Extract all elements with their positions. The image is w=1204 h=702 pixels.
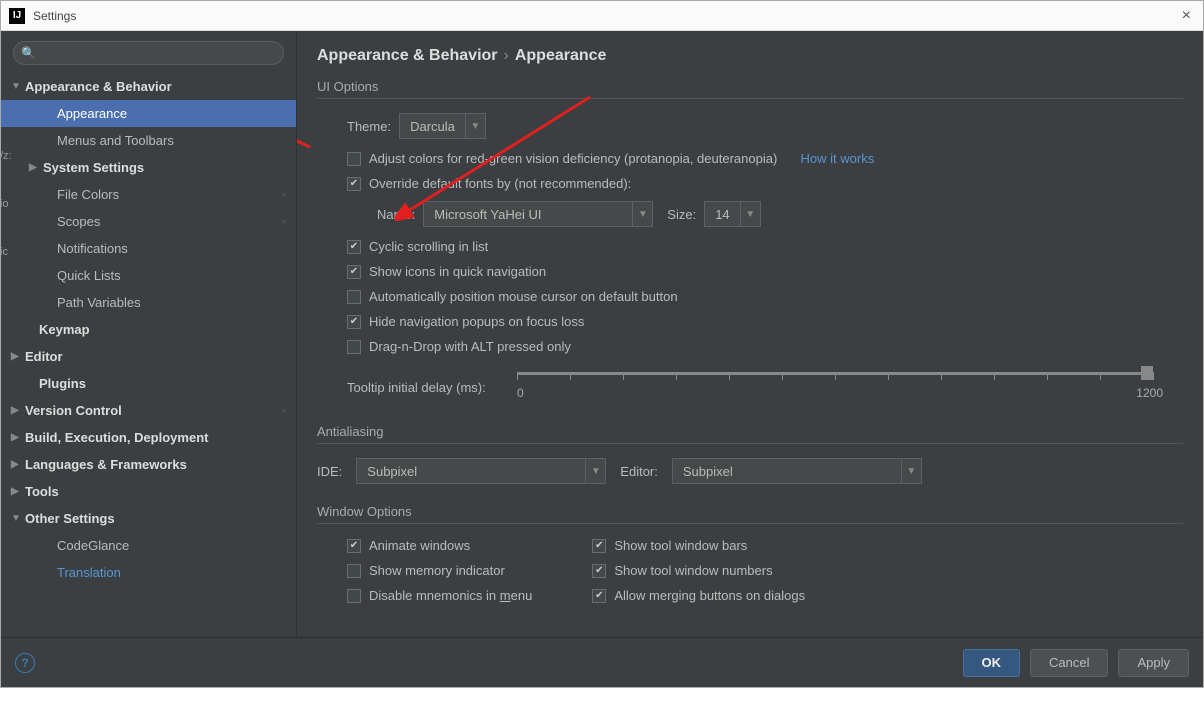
content: 🔍 ▼Appearance & Behavior Appearance Menu…	[1, 31, 1203, 637]
ide-aa-label: IDE:	[317, 464, 342, 479]
window-options-title: Window Options	[317, 504, 1183, 524]
search-input[interactable]	[13, 41, 284, 65]
antialiasing-row: IDE: Subpixel▼ Editor: Subpixel▼	[317, 458, 1183, 484]
breadcrumb: Appearance & Behavior › Appearance	[317, 47, 1183, 65]
dnd-alt-check[interactable]: Drag-n-Drop with ALT pressed only	[347, 339, 1183, 354]
checkbox-icon	[592, 564, 606, 578]
checkbox-icon	[347, 240, 361, 254]
checkbox-icon	[347, 177, 361, 191]
font-size-select[interactable]: 14 ▼	[704, 201, 760, 227]
editor-aa-label: Editor:	[620, 464, 658, 479]
mnemonics-check[interactable]: Disable mnemonics in menu	[347, 588, 532, 603]
checkbox-icon	[347, 265, 361, 279]
chevron-right-icon: ›	[504, 47, 509, 65]
animate-check[interactable]: Animate windows	[347, 538, 532, 553]
tree-file-colors[interactable]: File Colors▫	[1, 181, 296, 208]
tree-build[interactable]: ▶Build, Execution, Deployment	[1, 424, 296, 451]
footer: ? OK Cancel Apply	[1, 637, 1203, 687]
apply-button[interactable]: Apply	[1118, 649, 1189, 677]
breadcrumb-current: Appearance	[515, 47, 607, 65]
search-icon: 🔍	[21, 46, 36, 60]
chevron-down-icon: ▼	[465, 114, 485, 138]
tree-other-settings[interactable]: ▼Other Settings	[1, 505, 296, 532]
tree-appearance[interactable]: Appearance	[1, 100, 296, 127]
tree-quick-lists[interactable]: Quick Lists	[1, 262, 296, 289]
main-panel: Appearance & Behavior › Appearance UI Op…	[297, 31, 1203, 637]
auto-position-check[interactable]: Automatically position mouse cursor on d…	[347, 289, 1183, 304]
cancel-button[interactable]: Cancel	[1030, 649, 1108, 677]
show-icons-check[interactable]: Show icons in quick navigation	[347, 264, 1183, 279]
tooltip-delay-label: Tooltip initial delay (ms):	[347, 364, 517, 395]
override-fonts-check[interactable]: Override default fonts by (not recommend…	[347, 176, 1183, 191]
project-badge-icon: ▫	[282, 216, 286, 228]
settings-tree: ▼Appearance & Behavior Appearance Menus …	[1, 73, 296, 637]
ok-button[interactable]: OK	[963, 649, 1021, 677]
memory-check[interactable]: Show memory indicator	[347, 563, 532, 578]
adjust-colors-check[interactable]: Adjust colors for red-green vision defic…	[347, 151, 1183, 166]
bars-check[interactable]: Show tool window bars	[592, 538, 805, 553]
editor-aa-select[interactable]: Subpixel▼	[672, 458, 922, 484]
tree-menus-toolbars[interactable]: Menus and Toolbars	[1, 127, 296, 154]
tree-editor[interactable]: ▶Editor	[1, 343, 296, 370]
help-icon[interactable]: ?	[15, 653, 35, 673]
annotation-arrow-appearance	[297, 59, 315, 151]
hide-nav-check[interactable]: Hide navigation popups on focus loss	[347, 314, 1183, 329]
merging-check[interactable]: Allow merging buttons on dialogs	[592, 588, 805, 603]
sidebar: 🔍 ▼Appearance & Behavior Appearance Menu…	[1, 31, 297, 637]
tree-codeglance[interactable]: CodeGlance	[1, 532, 296, 559]
ui-options-title: UI Options	[317, 79, 1183, 99]
slider-thumb-icon	[1141, 366, 1153, 380]
app-icon: IJ	[9, 8, 25, 24]
font-name-select[interactable]: Microsoft YaHei UI ▼	[423, 201, 653, 227]
chevron-down-icon: ▼	[585, 459, 605, 483]
settings-window: IJ Settings × 🔍 ▼Appearance & Behavior A…	[0, 0, 1204, 688]
checkbox-icon	[347, 539, 361, 553]
tree-path-variables[interactable]: Path Variables	[1, 289, 296, 316]
checkbox-icon	[347, 290, 361, 304]
titlebar: IJ Settings ×	[1, 1, 1203, 31]
checkbox-icon	[347, 152, 361, 166]
antialiasing-title: Antialiasing	[317, 424, 1183, 444]
chevron-down-icon: ▼	[740, 202, 760, 226]
tree-version-control[interactable]: ▶Version Control▫	[1, 397, 296, 424]
checkbox-icon	[347, 589, 361, 603]
tree-keymap[interactable]: Keymap	[1, 316, 296, 343]
tree-languages[interactable]: ▶Languages & Frameworks	[1, 451, 296, 478]
breadcrumb-parent[interactable]: Appearance & Behavior	[317, 47, 498, 65]
how-it-works-link[interactable]: How it works	[801, 151, 875, 166]
checkbox-icon	[347, 564, 361, 578]
close-icon[interactable]: ×	[1178, 7, 1195, 25]
font-size-label: Size:	[667, 207, 696, 222]
window-options: Animate windows Show memory indicator Di…	[347, 538, 1183, 613]
tree-scopes[interactable]: Scopes▫	[1, 208, 296, 235]
checkbox-icon	[347, 315, 361, 329]
tree-appearance-behavior[interactable]: ▼Appearance & Behavior	[1, 73, 296, 100]
tree-tools[interactable]: ▶Tools	[1, 478, 296, 505]
numbers-check[interactable]: Show tool window numbers	[592, 563, 805, 578]
tree-translation[interactable]: Translation	[1, 559, 296, 586]
tooltip-delay-row: Tooltip initial delay (ms): 0 1200	[347, 364, 1183, 404]
font-row: Name: Microsoft YaHei UI ▼ Size: 14 ▼	[377, 201, 1183, 227]
tree-system-settings[interactable]: ▶System Settings	[1, 154, 296, 181]
theme-label: Theme:	[347, 119, 391, 134]
checkbox-icon	[592, 589, 606, 603]
search-wrap: 🔍	[1, 41, 296, 73]
chevron-down-icon: ▼	[901, 459, 921, 483]
tooltip-delay-slider[interactable]: 0 1200	[517, 364, 1153, 404]
tree-plugins[interactable]: Plugins	[1, 370, 296, 397]
chevron-down-icon: ▼	[632, 202, 652, 226]
checkbox-icon	[592, 539, 606, 553]
font-name-label: Name:	[377, 207, 415, 222]
window-title: Settings	[33, 9, 1178, 23]
project-badge-icon: ▫	[282, 189, 286, 201]
cyclic-check[interactable]: Cyclic scrolling in list	[347, 239, 1183, 254]
ide-aa-select[interactable]: Subpixel▼	[356, 458, 606, 484]
project-badge-icon: ▫	[282, 405, 286, 417]
tree-notifications[interactable]: Notifications	[1, 235, 296, 262]
theme-row: Theme: Darcula ▼	[347, 113, 1183, 139]
theme-select[interactable]: Darcula ▼	[399, 113, 486, 139]
checkbox-icon	[347, 340, 361, 354]
